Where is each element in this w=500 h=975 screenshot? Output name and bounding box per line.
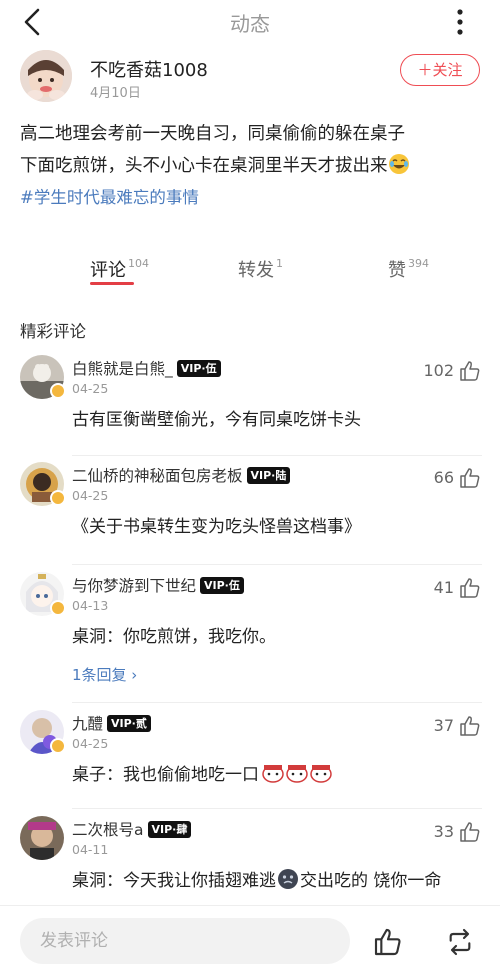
tab-reposts-label: 转发 [238,260,274,281]
post-text-line-2: 下面吃煎饼，头不小心卡在桌洞里半天才拔出来 [20,156,388,176]
tab-comments-count: 104 [128,257,149,270]
tab-reposts-count: 1 [276,257,283,270]
comment-like-count: 41 [433,578,454,597]
divider [72,702,482,703]
laughing-emoji-icon [388,153,410,175]
vip-level-badge: VIP·陆 [246,467,291,484]
commenter-avatar[interactable] [20,816,64,860]
post-text: 高二地理会考前一天晚自习，同桌偷偷的躲在桌子 下面吃煎饼，头不小心卡在桌洞里半天… [20,118,482,182]
tab-likes-label: 赞 [388,260,406,281]
thumbs-up-icon [374,928,401,956]
repost-button[interactable] [444,926,476,958]
vip-badge-icon [50,738,66,754]
thumbs-up-icon [460,716,480,736]
tab-likes[interactable]: 赞 394 [388,256,429,282]
more-options-icon[interactable] [452,6,468,38]
divider [72,455,482,456]
divider [72,564,482,565]
post-tabs: 评论 104 转发 1 赞 394 [0,250,500,294]
vip-badge-icon [50,600,66,616]
comment-like-button[interactable]: 37 [400,716,484,740]
commenter-name-text: 与你梦游到下世纪 [72,577,197,595]
vip-badge-icon [50,490,66,506]
section-title: 精彩评论 [20,322,86,341]
thumbs-up-icon [460,822,480,842]
comment-text: 桌洞：今天我让你插翅难逃 交出吃的 饶你一命 [72,866,441,895]
hamster-emoji-icon [261,762,333,789]
tab-comments-label: 评论 [90,260,126,281]
tab-reposts[interactable]: 转发 1 [238,256,283,282]
comment-like-button[interactable]: 102 [400,361,484,385]
comment-like-count: 66 [433,468,454,487]
divider [72,808,482,809]
page-title: 动态 [230,12,270,36]
like-post-button[interactable] [372,926,404,958]
commenter-name[interactable]: 与你梦游到下世纪 VIP·伍 [72,574,244,596]
commenter-name-text: 九醴 [72,715,104,733]
comment-like-count: 33 [433,822,454,841]
dark-face-emoji-icon [277,868,299,895]
bottom-action-bar: 发表评论 [0,905,500,975]
comment-text: 桌子：我也偷偷地吃一口 [72,760,333,789]
comment-input[interactable]: 发表评论 [20,918,350,964]
thumbs-up-icon [460,468,480,488]
commenter-name[interactable]: 二仙桥的神秘面包房老板 VIP·陆 [72,464,291,486]
vip-level-badge: VIP·肆 [147,821,192,838]
hashtag-link[interactable]: #学生时代最难忘的事情 [20,184,199,208]
comment-date: 04-13 [72,598,109,613]
post-text-line-1: 高二地理会考前一天晚自习，同桌偷偷的躲在桌子 [20,124,405,144]
comment-date: 04-25 [72,736,109,751]
comment-date: 04-25 [72,381,109,396]
author-name[interactable]: 不吃香菇1008 [90,56,208,82]
commenter-name-text: 二仙桥的神秘面包房老板 [72,467,243,485]
tab-comments[interactable]: 评论 104 [90,256,149,282]
comment-text-part-1: 桌洞：今天我让你插翅难逃 [72,871,276,891]
tab-likes-count: 394 [408,257,429,270]
vip-badge-icon [50,383,66,399]
comment-date: 04-25 [72,488,109,503]
repost-icon [449,928,471,956]
follow-button[interactable]: ＋关注 [400,54,480,86]
comment-text: 桌洞：你吃煎饼，我吃你。 [72,627,276,647]
top-bar: 动态 [0,0,500,44]
comment-text: 古有匡衡凿壁偷光，今有同桌吃饼卡头 [72,410,361,430]
post-author: 不吃香菇1008 4月10日 ＋关注 [20,50,480,110]
comment-text-part-2: 交出吃的 饶你一命 [300,871,442,891]
commenter-name-text: 白熊就是白熊_ [72,360,173,378]
vip-level-badge: VIP·伍 [200,577,244,594]
vip-level-badge: VIP·伍 [176,360,221,377]
author-avatar[interactable] [20,50,72,102]
commenter-name[interactable]: 二次根号a VIP·肆 [72,818,192,840]
comment-like-button[interactable]: 41 [400,578,484,602]
commenter-name[interactable]: 九醴 VIP·贰 [72,712,151,734]
thumbs-up-icon [460,361,480,381]
comment-date: 04-11 [72,842,109,857]
comment-like-button[interactable]: 66 [400,468,484,492]
comment-like-button[interactable]: 33 [400,822,484,846]
active-tab-indicator [90,282,134,285]
vip-level-badge: VIP·贰 [107,715,151,732]
comment-like-count: 102 [423,361,454,380]
thumbs-up-icon [460,578,480,598]
comment-like-count: 37 [433,716,454,735]
view-replies-link[interactable]: 1条回复 › [72,664,137,685]
post-date: 4月10日 [90,86,141,101]
commenter-name[interactable]: 白熊就是白熊_ VIP·伍 [72,357,221,379]
commenter-name-text: 二次根号a [72,821,144,839]
comment-text-content: 桌子：我也偷偷地吃一口 [72,765,259,785]
comment-text: 《关于书桌转生变为吃头怪兽这档事》 [72,517,361,537]
